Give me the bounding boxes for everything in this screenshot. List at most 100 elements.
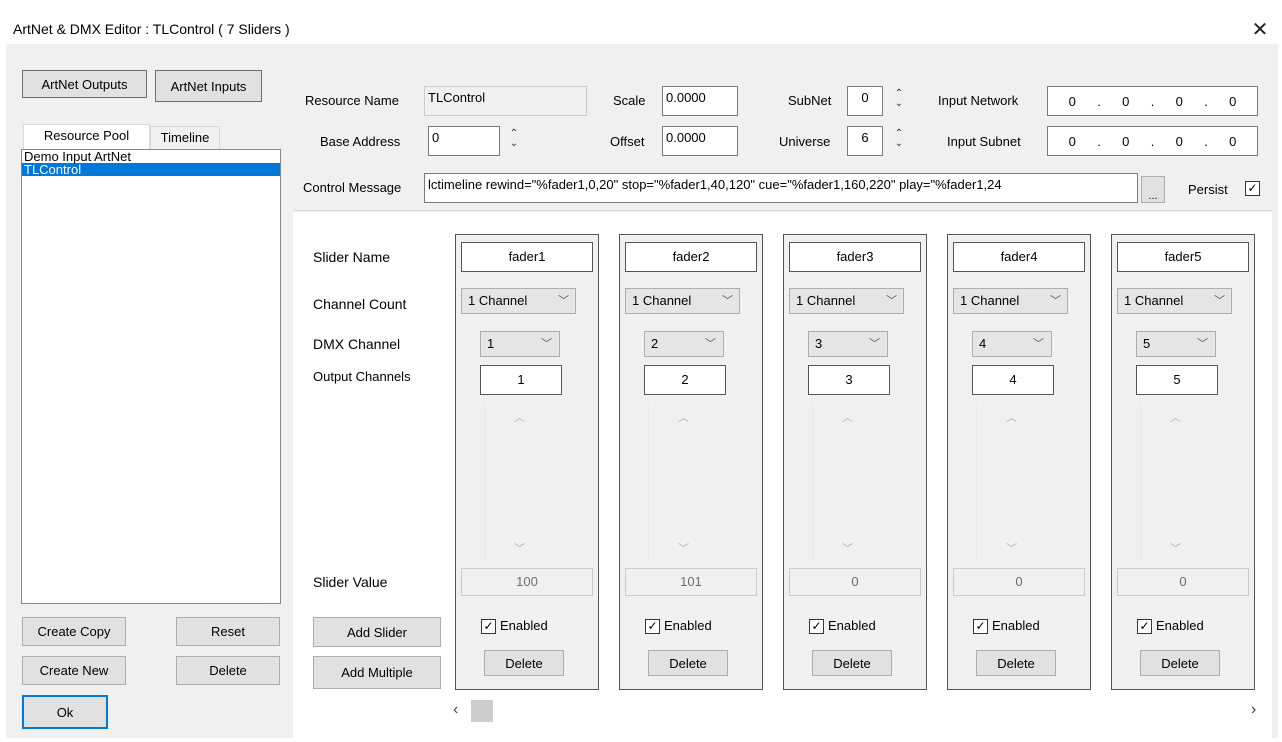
slider-track[interactable]: ︿ ﹀: [1140, 405, 1212, 560]
universe-field[interactable]: 6: [847, 126, 883, 156]
create-new-button[interactable]: Create New: [22, 656, 126, 685]
offset-field[interactable]: 0.0000: [662, 126, 738, 156]
tab-timeline[interactable]: Timeline: [150, 126, 220, 150]
dmx-channel-select[interactable]: 5 ﹀: [1136, 331, 1216, 357]
ip-dot: .: [1150, 93, 1155, 109]
dmx-channel-value: 5: [1143, 336, 1151, 351]
chevron-down-icon: ﹀: [1050, 295, 1061, 307]
reset-button[interactable]: Reset: [176, 617, 280, 646]
delete-slider-button[interactable]: Delete: [1140, 650, 1220, 676]
chevron-down-icon[interactable]: ﹀: [514, 540, 525, 556]
input-network-field[interactable]: 0. 0. 0. 0: [1047, 86, 1258, 116]
chevron-up-icon[interactable]: ︿: [514, 409, 525, 425]
delete-slider-button[interactable]: Delete: [976, 650, 1056, 676]
chevron-up-icon[interactable]: ︿: [842, 409, 853, 425]
chevron-up-icon[interactable]: ︿: [678, 409, 689, 425]
chevron-down-icon: ﹀: [1033, 338, 1044, 350]
scroll-thumb[interactable]: [471, 700, 493, 722]
chevron-down-icon[interactable]: ﹀: [1006, 540, 1017, 556]
chevron-down-icon[interactable]: ﹀: [842, 540, 853, 556]
ip-dot: .: [1097, 93, 1101, 109]
output-channels-field[interactable]: 4: [972, 365, 1054, 395]
channel-count-select[interactable]: 1 Channel ﹀: [953, 288, 1068, 314]
slider-track[interactable]: ︿ ﹀: [484, 405, 556, 560]
offset-label: Offset: [610, 134, 645, 149]
delete-slider-button[interactable]: Delete: [648, 650, 728, 676]
delete-slider-button[interactable]: Delete: [812, 650, 892, 676]
chevron-up-icon[interactable]: ︿: [1170, 409, 1181, 425]
channel-count-value: 1 Channel: [632, 293, 692, 308]
ok-button[interactable]: Ok: [22, 695, 108, 729]
input-subnet-field[interactable]: 0. 0. 0. 0: [1047, 126, 1258, 156]
slider-name-field[interactable]: fader4: [953, 242, 1085, 272]
dmx-channel-select[interactable]: 1 ﹀: [480, 331, 560, 357]
resource-name-field[interactable]: TLControl: [424, 86, 587, 116]
output-channels-field[interactable]: 3: [808, 365, 890, 395]
control-message-label: Control Message: [303, 180, 402, 195]
horizontal-scrollbar[interactable]: ‹ ›: [443, 697, 1272, 725]
enabled-checkbox[interactable]: ✓: [1137, 619, 1152, 634]
channel-count-select[interactable]: 1 Channel ﹀: [461, 288, 576, 314]
slider-value-field: 101: [625, 568, 757, 596]
slider-name-field[interactable]: fader2: [625, 242, 757, 272]
up-down-spinner-icon[interactable]: ⌃ ⌄: [893, 129, 905, 149]
dmx-channel-select[interactable]: 3 ﹀: [808, 331, 888, 357]
create-copy-button[interactable]: Create Copy: [22, 617, 126, 646]
resource-list[interactable]: Demo Input ArtNet TLControl: [21, 149, 281, 604]
list-item-selected[interactable]: TLControl: [22, 163, 280, 176]
enabled-checkbox[interactable]: ✓: [973, 619, 988, 634]
output-channels-field[interactable]: 5: [1136, 365, 1218, 395]
chevron-down-icon: ﹀: [541, 338, 552, 350]
output-channels-field[interactable]: 2: [644, 365, 726, 395]
channel-count-select[interactable]: 1 Channel ﹀: [625, 288, 740, 314]
channel-count-select[interactable]: 1 Channel ﹀: [1117, 288, 1232, 314]
slider-card: fader3 1 Channel ﹀ 3 ﹀ 3 ︿ ﹀ 0 ✓ Enabled De…: [783, 234, 927, 690]
slider-rail: [484, 405, 485, 560]
base-address-field[interactable]: 0: [428, 126, 500, 156]
add-slider-button[interactable]: Add Slider: [313, 617, 441, 647]
enabled-checkbox[interactable]: ✓: [809, 619, 824, 634]
chevron-down-icon[interactable]: ﹀: [1170, 540, 1181, 556]
enabled-checkbox[interactable]: ✓: [481, 619, 496, 634]
channel-count-select[interactable]: 1 Channel ﹀: [789, 288, 904, 314]
up-down-spinner-icon[interactable]: ⌃ ⌄: [508, 129, 520, 149]
ip-octet: 0: [1175, 93, 1183, 109]
ip-dot: .: [1204, 133, 1208, 149]
chevron-down-icon[interactable]: ﹀: [678, 540, 689, 556]
dmx-channel-select[interactable]: 4 ﹀: [972, 331, 1052, 357]
browse-button[interactable]: ...: [1141, 176, 1165, 203]
delete-button[interactable]: Delete: [176, 656, 280, 685]
slider-track[interactable]: ︿ ﹀: [812, 405, 884, 560]
chevron-down-icon: ﹀: [558, 295, 569, 307]
slider-name-field[interactable]: fader3: [789, 242, 921, 272]
slider-name-field[interactable]: fader1: [461, 242, 593, 272]
ip-octet: 0: [1122, 93, 1130, 109]
subnet-field[interactable]: 0: [847, 86, 883, 116]
scale-field[interactable]: 0.0000: [662, 86, 738, 116]
artnet-outputs-button[interactable]: ArtNet Outputs: [22, 70, 147, 98]
window-title: ArtNet & DMX Editor : TLControl ( 7 Slid…: [13, 21, 290, 37]
add-multiple-button[interactable]: Add Multiple: [313, 656, 441, 689]
subnet-label: SubNet: [788, 93, 832, 108]
dmx-channel-select[interactable]: 2 ﹀: [644, 331, 724, 357]
tab-resource-pool[interactable]: Resource Pool: [23, 124, 150, 150]
delete-slider-button[interactable]: Delete: [484, 650, 564, 676]
scroll-left-icon[interactable]: ‹: [453, 701, 458, 719]
enabled-checkbox[interactable]: ✓: [645, 619, 660, 634]
ip-octet: 0: [1229, 93, 1237, 109]
close-icon[interactable]: ✕: [1245, 16, 1275, 44]
slider-row-labels: Slider Name Channel Count DMX Channel Ou…: [303, 233, 444, 606]
slider-track[interactable]: ︿ ﹀: [976, 405, 1048, 560]
artnet-inputs-button[interactable]: ArtNet Inputs: [155, 70, 262, 102]
chevron-up-icon[interactable]: ︿: [1006, 409, 1017, 425]
control-message-field[interactable]: lctimeline rewind="%fader1,0,20" stop="%…: [424, 173, 1138, 203]
scroll-right-icon[interactable]: ›: [1251, 701, 1256, 719]
ip-octet: 0: [1068, 93, 1076, 109]
enabled-label: Enabled: [828, 618, 876, 633]
slider-name-field[interactable]: fader5: [1117, 242, 1249, 272]
up-down-spinner-icon[interactable]: ⌃ ⌄: [893, 89, 905, 109]
output-channels-field[interactable]: 1: [480, 365, 562, 395]
persist-checkbox[interactable]: ✓: [1245, 181, 1260, 196]
slider-track[interactable]: ︿ ﹀: [648, 405, 720, 560]
resource-name-label: Resource Name: [305, 93, 399, 108]
